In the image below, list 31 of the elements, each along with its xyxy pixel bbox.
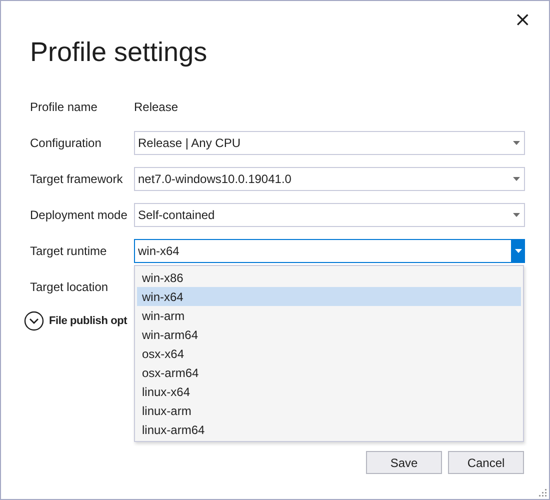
dropdown-option[interactable]: win-arm [137, 306, 521, 325]
field-label: Profile name [30, 100, 98, 114]
field-label: Target runtime [30, 244, 108, 258]
expand-toggle[interactable] [24, 311, 44, 331]
resize-grip-icon[interactable] [537, 487, 547, 497]
dropdown-option[interactable]: win-x86 [137, 268, 521, 287]
close-button[interactable]: × [510, 7, 535, 31]
cancel-button[interactable]: Cancel [448, 451, 524, 474]
field-label: Deployment mode [30, 208, 128, 222]
dropdown-option[interactable]: linux-arm [137, 401, 521, 420]
dropdown-option[interactable]: osx-x64 [137, 344, 521, 363]
dropdown-field[interactable]: net7.0-windows10.0.19041.0 [134, 167, 525, 191]
dropdown-arrow-icon [512, 213, 520, 217]
dropdown-field[interactable]: Self-contained [134, 203, 525, 227]
dropdown-field[interactable]: win-x64 [134, 239, 525, 263]
dialog-title: Profile settings [30, 37, 208, 68]
field-label: Target framework [30, 172, 124, 186]
dropdown-option[interactable]: win-x64 [137, 287, 521, 306]
dropdown-arrow-icon [514, 249, 522, 253]
dropdown-option[interactable]: osx-arm64 [137, 363, 521, 382]
dropdown-option[interactable]: linux-x64 [137, 382, 521, 401]
dropdown-arrow-icon [512, 177, 520, 181]
dropdown-option[interactable]: win-arm64 [137, 325, 521, 344]
dropdown-arrow-icon [512, 141, 520, 145]
field-value: Release [134, 100, 180, 114]
save-button[interactable]: Save [366, 451, 442, 474]
dropdown-field[interactable]: Release | Any CPU [134, 131, 525, 155]
dropdown-option[interactable]: linux-arm64 [137, 420, 521, 439]
field-label: Target location [30, 280, 110, 294]
field-label: Configuration [30, 136, 102, 150]
expander-label: File publish opt [49, 315, 128, 327]
